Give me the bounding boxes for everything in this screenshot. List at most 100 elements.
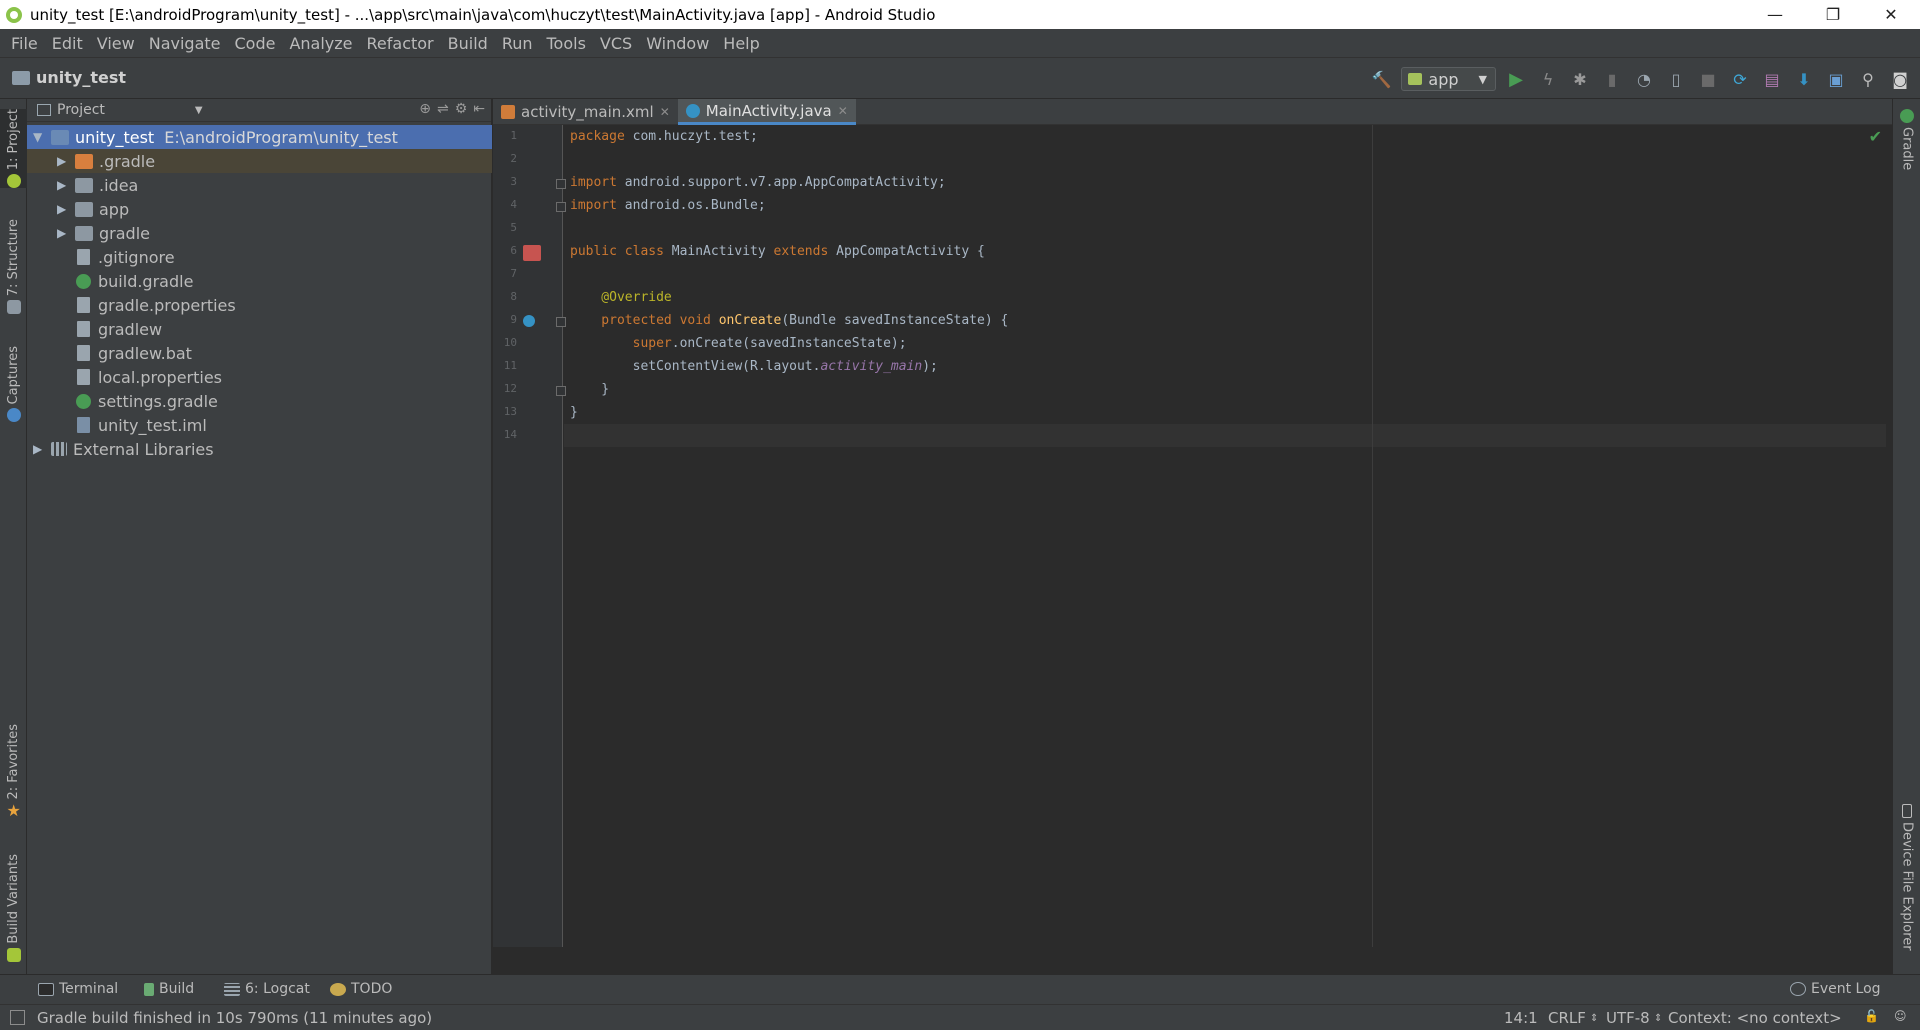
tree-item-gradlew-bat[interactable]: gradlew.bat	[27, 341, 492, 365]
project-view-select[interactable]: Project	[57, 102, 105, 118]
tree-item-label: .gradle	[99, 151, 156, 171]
expand-arrow-icon[interactable]: ▼	[33, 130, 45, 144]
sync-gradle-icon[interactable]: ⟳	[1728, 67, 1752, 91]
menu-code[interactable]: Code	[228, 34, 283, 53]
tree-item-gradle-properties[interactable]: gradle.properties	[27, 293, 492, 317]
tool-todo[interactable]: TODO	[330, 981, 392, 997]
tool-logcat[interactable]: 6: Logcat	[224, 981, 310, 997]
run-icon[interactable]: ▶	[1504, 67, 1528, 91]
tab-activity-main-xml[interactable]: activity_main.xml ✕	[493, 99, 678, 125]
lock-icon[interactable]: 🔓	[1864, 1009, 1879, 1023]
bottom-tool-bar: Terminal Build 6: Logcat TODO Event Log	[0, 974, 1920, 1004]
menu-help[interactable]: Help	[716, 34, 766, 53]
caret-position[interactable]: 14:1	[1504, 1009, 1538, 1027]
stop-icon[interactable]: ■	[1696, 67, 1720, 91]
project-structure-icon[interactable]: ▣	[1824, 67, 1848, 91]
tool-terminal[interactable]: Terminal	[38, 981, 118, 997]
profile-icon[interactable]: ◔	[1632, 67, 1656, 91]
menu-build[interactable]: Build	[441, 34, 495, 53]
tab-main-activity-java[interactable]: MainActivity.java ✕	[677, 99, 856, 125]
expand-arrow-icon[interactable]: ▶	[57, 226, 69, 240]
fold-marker-icon[interactable]	[556, 386, 566, 396]
menu-analyze[interactable]: Analyze	[282, 34, 359, 53]
fold-marker-icon[interactable]	[556, 317, 566, 327]
menu-file[interactable]: File	[4, 34, 45, 53]
expand-arrow-icon[interactable]: ▶	[33, 442, 45, 456]
avd-manager-icon[interactable]: ▤	[1760, 67, 1784, 91]
minimize-button[interactable]: —	[1746, 0, 1804, 29]
restore-button[interactable]: ❐	[1804, 0, 1862, 29]
tool-tab-favorites[interactable]: 2: Favorites ★	[0, 724, 27, 818]
status-message[interactable]: Gradle build finished in 10s 790ms (11 m…	[37, 1009, 432, 1027]
field-token: activity_main	[820, 359, 923, 374]
hide-panel-icon[interactable]: ⇤	[473, 101, 485, 117]
tool-tab-structure[interactable]: 7: Structure	[0, 219, 27, 315]
chevron-down-icon[interactable]: ▼	[195, 105, 203, 116]
expand-arrow-icon[interactable]: ▶	[57, 154, 69, 168]
build-variants-icon	[6, 947, 21, 962]
tree-item-local-properties[interactable]: local.properties	[27, 365, 492, 389]
tool-tab-build-variants[interactable]: Build Variants	[0, 854, 27, 962]
menu-edit[interactable]: Edit	[45, 34, 90, 53]
menu-view[interactable]: View	[90, 34, 142, 53]
debug-icon[interactable]: ✱	[1568, 67, 1592, 91]
close-icon[interactable]: ✕	[660, 105, 670, 119]
toggle-tool-windows-icon[interactable]	[10, 1010, 25, 1025]
close-button[interactable]: ✕	[1862, 0, 1920, 29]
tool-build[interactable]: Build	[144, 981, 194, 997]
properties-file-icon	[77, 297, 90, 313]
locate-file-icon[interactable]: ⊕	[419, 101, 431, 117]
menu-tools[interactable]: Tools	[540, 34, 593, 53]
tool-tab-captures[interactable]: Captures	[0, 346, 27, 423]
apply-changes-icon[interactable]: ϟ	[1536, 67, 1560, 91]
keyword-token: import	[570, 175, 617, 190]
run-configuration-select[interactable]: app ▼	[1401, 67, 1496, 91]
code-editor[interactable]: 1 2 3 4 5 6 7 8 9 10 11 12 13 14 ✔ packa…	[493, 125, 1892, 947]
fold-marker-icon[interactable]	[556, 179, 566, 189]
file-icon	[77, 321, 90, 337]
tool-tab-project[interactable]: 1: Project	[0, 109, 27, 189]
menu-window[interactable]: Window	[639, 34, 716, 53]
expand-arrow-icon[interactable]: ▶	[57, 178, 69, 192]
tree-item-settings-gradle[interactable]: settings.gradle	[27, 389, 492, 413]
override-method-icon[interactable]	[523, 315, 535, 327]
make-project-icon[interactable]: 🔨	[1369, 67, 1393, 91]
inspector-icon[interactable]: ☺	[1894, 1009, 1907, 1023]
function-token: onCreate	[710, 313, 782, 328]
menu-navigate[interactable]: Navigate	[142, 34, 228, 53]
attach-process-icon[interactable]: ▯	[1664, 67, 1688, 91]
attach-debugger-icon[interactable]: ▮	[1600, 67, 1624, 91]
file-encoding[interactable]: UTF-8	[1606, 1009, 1650, 1027]
gear-icon[interactable]: ⚙	[455, 101, 468, 117]
search-icon[interactable]: ⚲	[1856, 67, 1880, 91]
close-icon[interactable]: ✕	[838, 104, 848, 118]
tree-item-label: app	[99, 199, 130, 219]
menu-vcs[interactable]: VCS	[593, 34, 639, 53]
menu-refactor[interactable]: Refactor	[360, 34, 441, 53]
tree-item-build-gradle[interactable]: build.gradle	[27, 269, 492, 293]
line-separator[interactable]: CRLF	[1548, 1009, 1586, 1027]
device-icon	[1902, 804, 1912, 818]
expand-arrow-icon[interactable]: ▶	[57, 202, 69, 216]
code-token: setContentView(R.layout.	[570, 359, 821, 374]
breadcrumb[interactable]: unity_test	[12, 68, 126, 87]
fold-marker-icon[interactable]	[556, 202, 566, 212]
tree-item-gradle-dir[interactable]: ▶ .gradle	[27, 149, 492, 173]
tree-item-external-libraries[interactable]: ▶ External Libraries	[27, 437, 492, 461]
collapse-all-icon[interactable]: ⇌	[437, 101, 449, 117]
related-xml-icon[interactable]	[523, 245, 541, 261]
tree-item-gradlew[interactable]: gradlew	[27, 317, 492, 341]
tree-item-gradle[interactable]: ▶ gradle	[27, 221, 492, 245]
sdk-manager-icon[interactable]: ⬇	[1792, 67, 1816, 91]
tree-root[interactable]: ▼ unity_test E:\androidProgram\unity_tes…	[27, 125, 492, 149]
tree-item-idea[interactable]: ▶ .idea	[27, 173, 492, 197]
tool-event-log[interactable]: Event Log	[1790, 981, 1881, 997]
tree-item-gitignore[interactable]: .gitignore	[27, 245, 492, 269]
tool-tab-device-file-explorer[interactable]: Device File Explorer	[1893, 804, 1920, 951]
tool-tab-gradle[interactable]: Gradle	[1893, 109, 1920, 170]
tree-item-app[interactable]: ▶ app	[27, 197, 492, 221]
context-indicator[interactable]: Context: <no context>	[1668, 1009, 1842, 1027]
tree-item-iml[interactable]: unity_test.iml	[27, 413, 492, 437]
user-avatar-icon[interactable]: ◙	[1888, 67, 1912, 91]
menu-run[interactable]: Run	[495, 34, 540, 53]
